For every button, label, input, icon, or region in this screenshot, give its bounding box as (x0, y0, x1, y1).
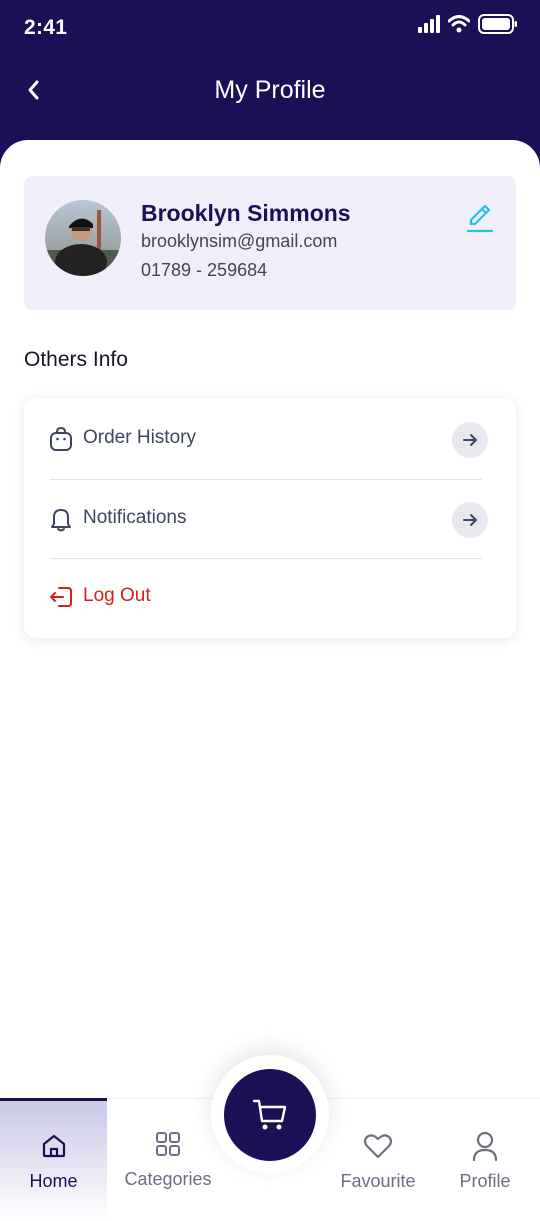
order-history-item[interactable]: Order History (24, 398, 516, 478)
nav-categories-label: Categories (124, 1169, 212, 1189)
nav-categories[interactable]: Categories (110, 1099, 226, 1219)
battery-icon (478, 14, 518, 39)
signal-icon (418, 15, 440, 38)
order-history-label: Order History (83, 427, 196, 448)
edit-profile-button[interactable] (464, 202, 496, 234)
status-time: 2:41 (24, 16, 68, 39)
page-title: My Profile (214, 76, 326, 104)
home-icon (39, 1131, 69, 1161)
nav-home-label: Home (29, 1171, 78, 1191)
nav-favourite[interactable]: Favourite (330, 1099, 426, 1221)
arrow-right-icon (452, 422, 488, 458)
arrow-right-icon (452, 502, 488, 538)
pencil-icon (466, 204, 494, 233)
profile-phone: 01789 - 259684 (141, 260, 268, 280)
wifi-icon (447, 15, 471, 38)
nav-home[interactable]: Home (0, 1098, 107, 1221)
logout-label: Log Out (83, 585, 151, 606)
profile-card: Brooklyn Simmons brooklynsim@gmail.com 0… (24, 176, 516, 310)
others-info-title: Others Info (24, 348, 128, 371)
logout-item[interactable]: Log Out (24, 556, 516, 636)
shopping-bag-icon (48, 426, 74, 452)
cart-icon (252, 1099, 287, 1130)
notifications-label: Notifications (83, 507, 187, 528)
notifications-item[interactable]: Notifications (24, 478, 516, 558)
heart-icon (363, 1131, 393, 1161)
nav-profile-label: Profile (459, 1171, 511, 1191)
profile-email: brooklynsim@gmail.com (141, 231, 338, 251)
logout-icon (48, 584, 74, 610)
status-icons (418, 14, 518, 39)
grid-icon (153, 1129, 183, 1159)
others-info-card: Order History Notifications Log Out (24, 398, 516, 638)
cart-button[interactable] (224, 1069, 316, 1161)
nav-favourite-label: Favourite (340, 1171, 416, 1191)
bell-icon (48, 506, 74, 532)
nav-profile[interactable]: Profile (440, 1099, 530, 1221)
profile-name: Brooklyn Simmons (141, 200, 351, 226)
user-icon (470, 1131, 500, 1161)
avatar (45, 200, 121, 276)
